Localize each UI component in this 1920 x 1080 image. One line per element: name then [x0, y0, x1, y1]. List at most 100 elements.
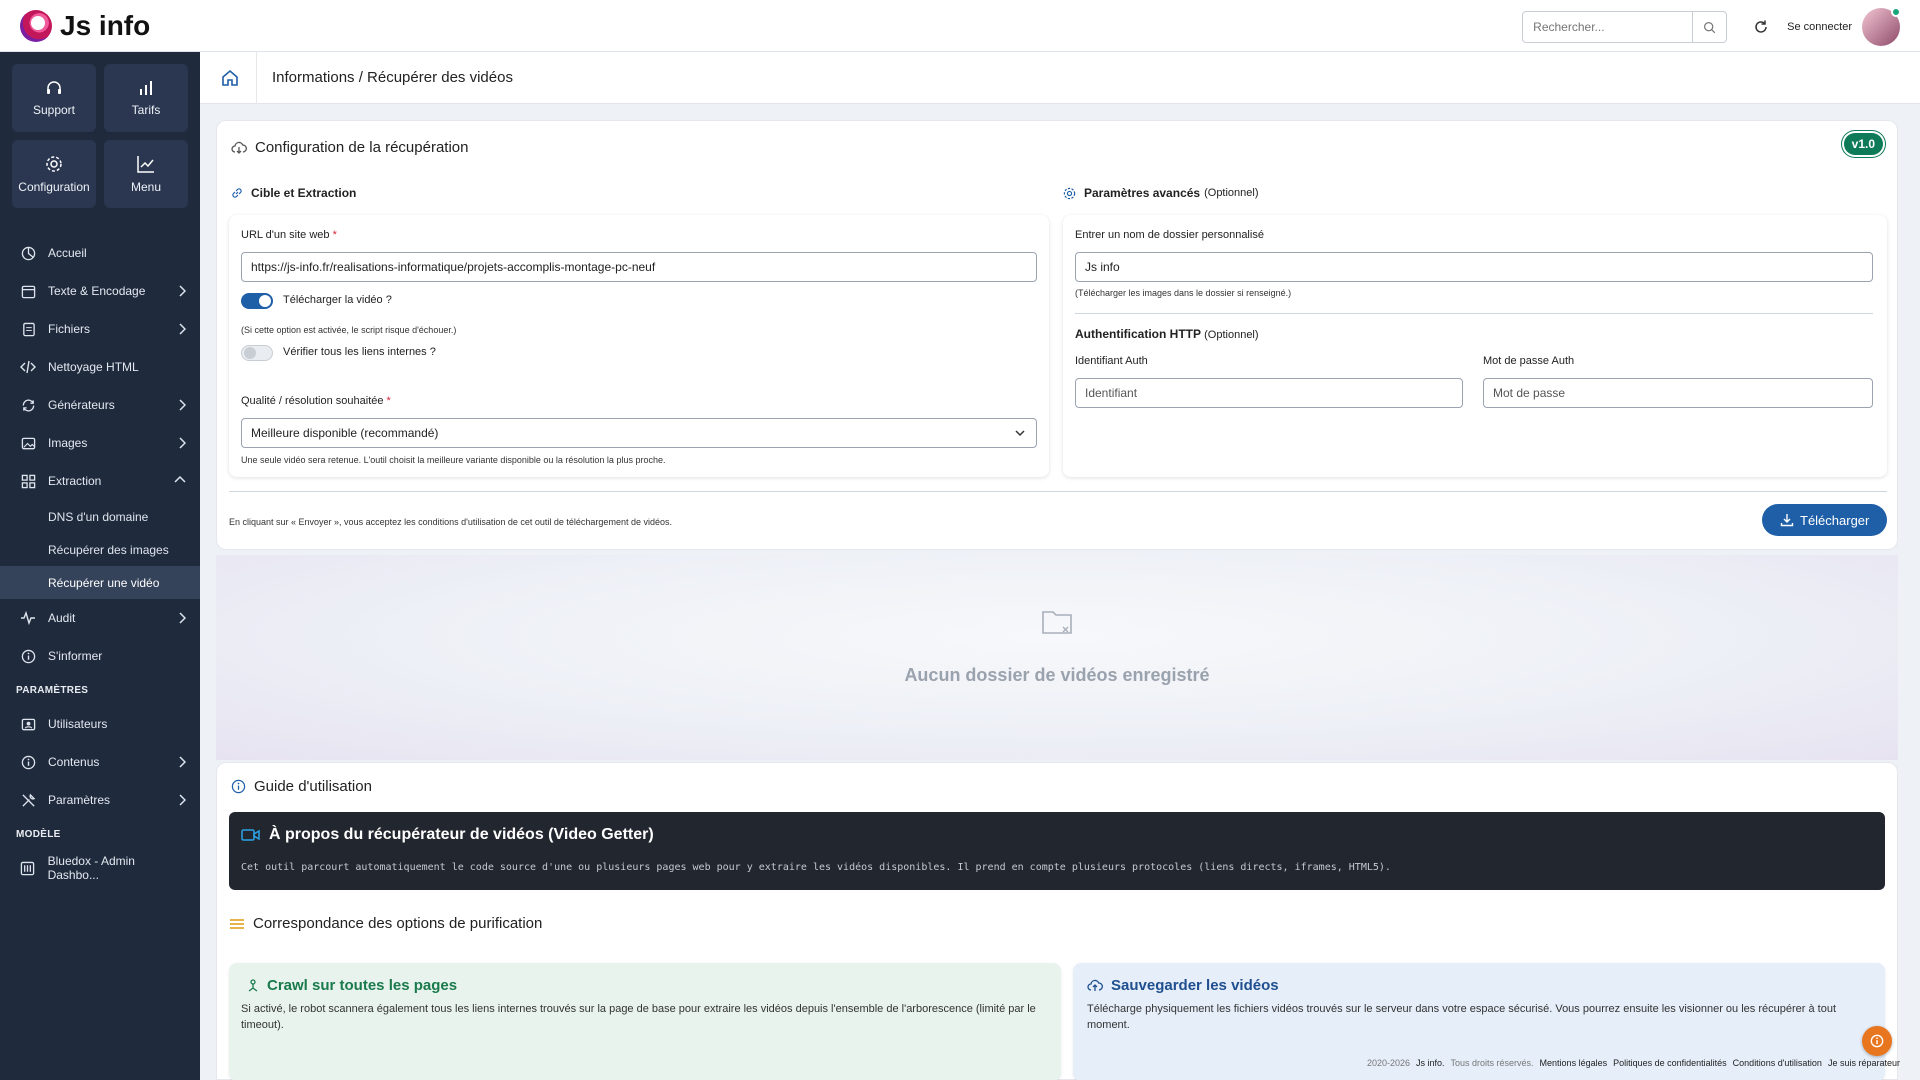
bar-chart-icon: [140, 81, 152, 95]
quality-note: Une seule vidéo sera retenue. L'outil ch…: [241, 455, 666, 465]
sidebar-section-parametres: PARAMÈTRES: [16, 684, 89, 696]
sidebar-item-generateurs[interactable]: Générateurs: [0, 386, 200, 424]
config-title: Configuration de la récupération: [231, 139, 468, 156]
crawl-option-title: Crawl sur toutes les pages: [247, 977, 457, 994]
sidebar-item-label: Audit: [48, 611, 76, 625]
check-links-toggle[interactable]: [241, 345, 273, 361]
download-video-note: (Si cette option est activée, le script …: [241, 325, 457, 335]
terms-notice: En cliquant sur « Envoyer », vous accept…: [229, 517, 672, 527]
barcode-icon: [20, 860, 36, 876]
cycle-icon: [20, 397, 36, 413]
download-icon: [1780, 514, 1794, 527]
files-icon: [20, 321, 36, 337]
sidebar-item-contenus[interactable]: Contenus: [0, 743, 200, 781]
download-button-label: Télécharger: [1800, 512, 1870, 528]
sidebar-item-bluedox[interactable]: Bluedox - Admin Dashbo...: [0, 849, 200, 887]
chevron-right-icon: [179, 612, 186, 624]
sidebar-item-audit[interactable]: Audit: [0, 599, 200, 637]
about-title-text: À propos du récupérateur de vidéos (Vide…: [269, 826, 654, 843]
sidebar-subitem-dns[interactable]: DNS d'un domaine: [0, 500, 200, 533]
search-button[interactable]: [1692, 12, 1726, 42]
auth-heading-optional: (Optionnel): [1204, 329, 1259, 341]
quick-support[interactable]: Support: [12, 64, 96, 132]
code-icon: [20, 359, 36, 375]
help-button[interactable]: [1862, 1026, 1892, 1056]
refresh-button[interactable]: [1751, 17, 1771, 37]
chevron-right-icon: [179, 399, 186, 411]
quick-configuration-label: Configuration: [18, 180, 90, 194]
footer-link-mentions[interactable]: Mentions légales: [1540, 1058, 1608, 1068]
home-icon[interactable]: [220, 68, 240, 88]
sidebar-item-texte-encodage[interactable]: Texte & Encodage: [0, 272, 200, 310]
chevron-down-icon: [1015, 430, 1025, 437]
sidebar-item-label: Fichiers: [48, 322, 91, 336]
gear-icon: [1063, 187, 1076, 199]
avatar[interactable]: [1862, 7, 1901, 46]
sidebar-item-extraction[interactable]: Extraction: [0, 462, 200, 500]
sidebar-nav: Accueil Texte & Encodage Fichiers Nettoy…: [0, 234, 200, 887]
sidebar-item-images[interactable]: Images: [0, 424, 200, 462]
auth-id-label: Identifiant Auth: [1075, 355, 1148, 367]
target-section-heading: Cible et Extraction: [231, 186, 356, 200]
pulse-icon: [20, 610, 36, 626]
about-title: À propos du récupérateur de vidéos (Vide…: [241, 826, 654, 844]
search-box: [1522, 11, 1728, 43]
sidebar-item-label: Nettoyage HTML: [48, 360, 139, 374]
quality-select[interactable]: Meilleure disponible (recommandé): [241, 418, 1037, 448]
info-icon: [231, 779, 246, 794]
sidebar-subitem-recuperer-video[interactable]: Récupérer une vidéo: [0, 566, 200, 599]
sidebar-item-label: Générateurs: [48, 398, 115, 412]
divider: [1075, 313, 1873, 314]
app-logo[interactable]: Js info: [20, 9, 150, 42]
sidebar-item-fichiers[interactable]: Fichiers: [0, 310, 200, 348]
save-option-text: Télécharge physiquement les fichiers vid…: [1087, 1003, 1836, 1031]
chevron-right-icon: [179, 285, 186, 297]
image-icon: [20, 435, 36, 451]
footer-link-terms[interactable]: Conditions d'utilisation: [1733, 1058, 1822, 1068]
footer-brand[interactable]: Js info.: [1416, 1058, 1445, 1068]
info-icon: [20, 648, 36, 664]
refresh-icon: [1755, 20, 1767, 33]
sidebar-item-accueil[interactable]: Accueil: [0, 234, 200, 272]
sidebar-item-label: Utilisateurs: [48, 717, 108, 731]
sidebar-subitem-recuperer-images[interactable]: Récupérer des images: [0, 533, 200, 566]
sidebar-item-sinformer[interactable]: S'informer: [0, 637, 200, 675]
download-button[interactable]: Télécharger: [1762, 504, 1888, 536]
url-input[interactable]: https://js-info.fr/realisations-informat…: [241, 252, 1037, 282]
footer-rights: Tous droits réservés.: [1450, 1058, 1534, 1068]
sidebar-item-parametres[interactable]: Paramètres: [0, 781, 200, 819]
guide-title-text: Guide d'utilisation: [254, 778, 372, 795]
gear-icon: [46, 156, 62, 172]
chevron-right-icon: [179, 794, 186, 806]
quick-menu[interactable]: Menu: [104, 140, 188, 208]
breadcrumb-text: Informations / Récupérer des vidéos: [272, 69, 513, 86]
sidebar-item-label: Extraction: [48, 474, 102, 488]
sidebar-item-utilisateurs[interactable]: Utilisateurs: [0, 705, 200, 743]
quick-configuration[interactable]: Configuration: [12, 140, 96, 208]
quick-actions: Support Tarifs Configuration Menu: [0, 52, 200, 220]
version-badge: v1.0: [1843, 133, 1883, 155]
sidebar: Support Tarifs Configuration Menu Accuei…: [0, 52, 200, 1080]
auth-heading-text: Authentification HTTP: [1075, 327, 1201, 341]
trend-chart-icon: [137, 156, 154, 173]
footer-link-privacy[interactable]: Politiques de confidentialités: [1613, 1058, 1727, 1068]
calendar-icon: [20, 283, 36, 299]
folder-input[interactable]: Js info: [1075, 252, 1873, 282]
auth-id-input[interactable]: Identifiant: [1075, 378, 1463, 408]
user-card-icon: [20, 716, 36, 732]
guide-title: Guide d'utilisation: [231, 778, 372, 795]
advanced-heading-text: Paramètres avancés: [1084, 186, 1201, 200]
search-input[interactable]: [1523, 13, 1693, 41]
download-video-toggle[interactable]: [241, 293, 273, 309]
quality-label: Qualité / résolution souhaitée *: [241, 395, 391, 407]
chevron-up-icon: [174, 475, 186, 483]
footer-link-repairer[interactable]: Je suis réparateur: [1828, 1058, 1900, 1068]
online-status-dot: [1891, 7, 1901, 17]
auth-pw-input[interactable]: Mot de passe: [1483, 378, 1873, 408]
about-text: Cet outil parcourt automatiquement le co…: [241, 862, 1391, 873]
login-link[interactable]: Se connecter: [1787, 21, 1852, 33]
logo-icon: [20, 9, 52, 42]
sidebar-item-nettoyage-html[interactable]: Nettoyage HTML: [0, 348, 200, 386]
quick-tarifs[interactable]: Tarifs: [104, 64, 188, 132]
folder-note: (Télécharger les images dans le dossier …: [1075, 288, 1292, 298]
